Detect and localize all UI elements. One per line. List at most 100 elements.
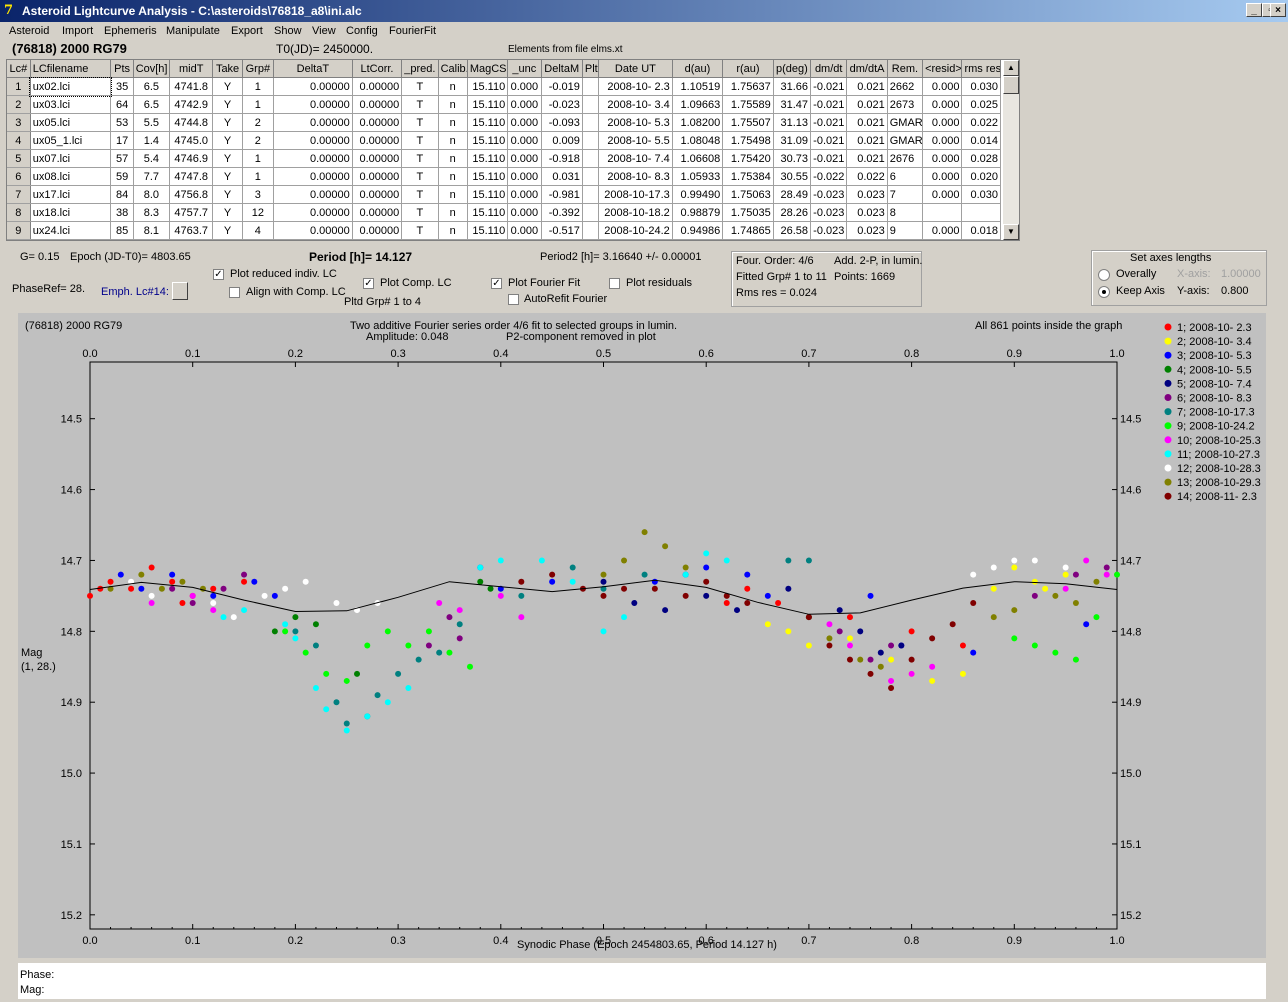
table-cell[interactable]: 0.000 xyxy=(507,221,542,240)
table-cell[interactable]: T xyxy=(401,203,439,222)
table-cell[interactable]: 0.00000 xyxy=(352,221,403,240)
table-cell[interactable]: 4756.8 xyxy=(169,185,214,204)
table-cell[interactable]: 6.5 xyxy=(133,95,171,114)
menu-manipulate[interactable]: Manipulate xyxy=(166,25,220,37)
table-cell[interactable]: 0.00000 xyxy=(273,185,353,204)
table-cell[interactable]: 38 xyxy=(110,203,134,222)
table-cell[interactable]: 0.00000 xyxy=(273,149,353,168)
table-cell[interactable]: 2 xyxy=(7,95,31,114)
column-header[interactable]: Pts xyxy=(110,60,134,78)
table-cell[interactable]: 2008-10-24.2 xyxy=(598,221,673,240)
table-cell[interactable]: 2 xyxy=(242,113,275,132)
column-header[interactable]: DeltaM xyxy=(541,60,583,78)
table-cell[interactable]: GMAR xyxy=(887,113,924,132)
table-cell[interactable]: 2008-10- 2.3 xyxy=(598,77,673,96)
column-header[interactable]: _unc xyxy=(507,60,542,78)
table-row[interactable]: 4 ux05_1.lci 17 1.4 4745.0 Y 2 0.00000 0.00000 Tn… xyxy=(7,131,1001,150)
table-cell[interactable]: -0.517 xyxy=(541,221,583,240)
table-cell[interactable]: ux17.lci xyxy=(30,185,112,204)
table-cell[interactable]: 0.000 xyxy=(507,203,542,222)
table-cell[interactable] xyxy=(582,95,600,114)
plot-fourier-checkbox[interactable]: ✓ xyxy=(491,278,502,289)
table-cell[interactable]: -0.021 xyxy=(810,113,848,132)
menu-view[interactable]: View xyxy=(312,25,336,37)
table-cell[interactable]: 1.05933 xyxy=(672,167,724,186)
table-cell[interactable]: 84 xyxy=(110,185,134,204)
column-header[interactable]: d(au) xyxy=(672,60,724,78)
table-cell[interactable]: 0.00000 xyxy=(273,77,353,96)
table-cell[interactable]: 7.7 xyxy=(133,167,171,186)
table-cell[interactable]: 4746.9 xyxy=(169,149,214,168)
column-header[interactable]: midT xyxy=(169,60,214,78)
table-cell[interactable] xyxy=(922,203,963,222)
table-cell[interactable]: 0.028 xyxy=(961,149,1001,168)
table-cell[interactable]: 8.0 xyxy=(133,185,171,204)
table-cell[interactable]: 4744.8 xyxy=(169,113,214,132)
table-cell[interactable]: 2008-10- 8.3 xyxy=(598,167,673,186)
table-cell[interactable]: 0.021 xyxy=(846,95,888,114)
overally-radio[interactable] xyxy=(1098,269,1110,281)
table-cell[interactable]: 1.74865 xyxy=(722,221,774,240)
table-cell[interactable]: 0.023 xyxy=(846,185,888,204)
table-cell[interactable]: 0.00000 xyxy=(352,113,403,132)
table-cell[interactable]: n xyxy=(438,95,468,114)
table-cell[interactable]: 0.00000 xyxy=(352,77,403,96)
table-cell[interactable]: 31.09 xyxy=(773,131,812,150)
table-cell[interactable]: 15.110 xyxy=(467,167,509,186)
table-cell[interactable]: Y xyxy=(212,221,243,240)
table-cell[interactable]: 4757.7 xyxy=(169,203,214,222)
table-cell[interactable]: Y xyxy=(212,95,243,114)
column-header[interactable]: dm/dtA xyxy=(846,60,888,78)
table-cell[interactable]: -0.019 xyxy=(541,77,583,96)
menu-ephemeris[interactable]: Ephemeris xyxy=(104,25,157,37)
menu-config[interactable]: Config xyxy=(346,25,378,37)
table-row[interactable]: 8 ux18.lci 38 8.3 4757.7 Y 12 0.00000 0.00000 Tn 1… xyxy=(7,203,1001,222)
table-cell[interactable]: -0.021 xyxy=(810,95,848,114)
table-cell[interactable]: 6 xyxy=(7,167,31,186)
table-cell[interactable]: 0.00000 xyxy=(273,167,353,186)
table-row[interactable]: 7 ux17.lci 84 8.0 4756.8 Y 3 0.00000 0.00000 Tn 15… xyxy=(7,185,1001,204)
table-cell[interactable]: T xyxy=(401,149,439,168)
table-cell[interactable] xyxy=(582,185,600,204)
table-cell[interactable]: 30.55 xyxy=(773,167,812,186)
table-cell[interactable]: ux18.lci xyxy=(30,203,112,222)
table-cell[interactable]: n xyxy=(438,185,468,204)
column-header[interactable]: LtCorr. xyxy=(352,60,403,78)
table-cell[interactable]: 2662 xyxy=(887,77,924,96)
column-header[interactable]: Cov[h] xyxy=(133,60,171,78)
table-cell[interactable]: Y xyxy=(212,167,243,186)
table-cell[interactable]: T xyxy=(401,131,439,150)
table-cell[interactable]: -0.021 xyxy=(810,149,848,168)
table-cell[interactable]: 0.023 xyxy=(846,203,888,222)
table-cell[interactable]: 3 xyxy=(7,113,31,132)
align-comp-checkbox[interactable] xyxy=(229,287,240,298)
table-cell[interactable]: -0.023 xyxy=(541,95,583,114)
table-cell[interactable]: n xyxy=(438,149,468,168)
table-cell[interactable]: 0.021 xyxy=(846,149,888,168)
table-cell[interactable]: 5.5 xyxy=(133,113,171,132)
table-cell[interactable]: 8.1 xyxy=(133,221,171,240)
table-row[interactable]: 3 ux05.lci 53 5.5 4744.8 Y 2 0.00000 0.00000 Tn 15… xyxy=(7,113,1001,132)
table-cell[interactable] xyxy=(582,113,600,132)
table-cell[interactable]: 0.99490 xyxy=(672,185,724,204)
table-cell[interactable]: 0.000 xyxy=(507,131,542,150)
table-cell[interactable]: T xyxy=(401,77,439,96)
table-cell[interactable]: 15.110 xyxy=(467,113,509,132)
table-cell[interactable]: 1.75063 xyxy=(722,185,774,204)
table-cell[interactable]: T xyxy=(401,113,439,132)
table-cell[interactable]: -0.981 xyxy=(541,185,583,204)
table-cell[interactable]: 15.110 xyxy=(467,149,509,168)
period-value[interactable]: Period [h]= 14.127 xyxy=(309,250,412,264)
table-cell[interactable]: n xyxy=(438,203,468,222)
table-cell[interactable]: 1.75384 xyxy=(722,167,774,186)
table-cell[interactable]: 2676 xyxy=(887,149,924,168)
table-cell[interactable] xyxy=(582,77,600,96)
table-cell[interactable]: 5 xyxy=(7,149,31,168)
menu-export[interactable]: Export xyxy=(231,25,263,37)
table-cell[interactable]: 1.4 xyxy=(133,131,171,150)
yaxis-value[interactable]: 0.800 xyxy=(1221,285,1249,297)
table-cell[interactable]: 6 xyxy=(887,167,924,186)
table-cell[interactable]: 28.49 xyxy=(773,185,812,204)
table-cell[interactable]: 0.000 xyxy=(922,221,963,240)
column-header[interactable]: Plt xyxy=(582,60,600,78)
